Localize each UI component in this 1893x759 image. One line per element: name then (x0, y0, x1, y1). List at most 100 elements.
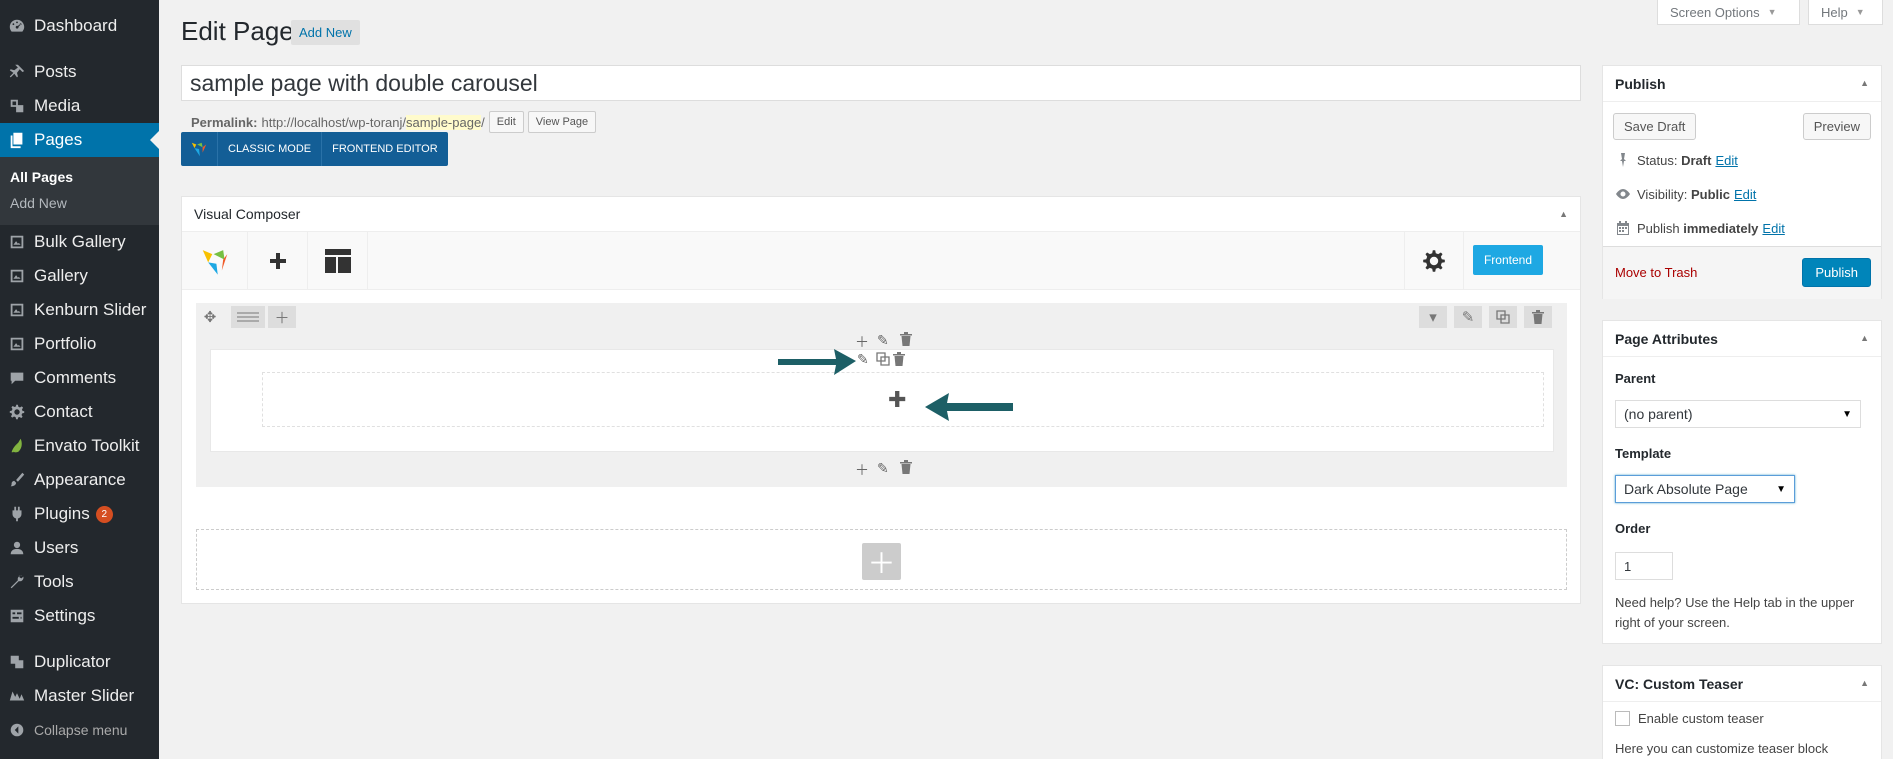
edit-status-link[interactable]: Edit (1715, 153, 1737, 168)
sidebar-item-label: Tools (34, 572, 74, 591)
sidebar-item-media[interactable]: Media (0, 89, 159, 123)
sidebar-item-bulk-gallery[interactable]: Bulk Gallery (0, 225, 159, 259)
sidebar-item-pages[interactable]: Pages (0, 123, 159, 157)
add-row-area[interactable]: ＋ (196, 529, 1567, 590)
edit-inner-row-icon[interactable]: ✎ (857, 351, 869, 368)
permalink-slug[interactable]: sample-page (406, 114, 482, 130)
status-value: Draft (1681, 152, 1712, 168)
permalink-row: Permalink: http://localhost/wp-toranj/sa… (191, 111, 597, 133)
publish-actions: Move to Trash Publish (1603, 246, 1881, 299)
post-title-input[interactable] (181, 65, 1581, 101)
enable-custom-teaser-checkbox[interactable] (1615, 711, 1630, 726)
delete-column-bottom-icon[interactable] (899, 460, 913, 477)
visual-composer-box: Visual Composer ▲ Frontend ✥ ＋ ▾ ✎ ＋ ✎ ✎… (181, 196, 1581, 604)
template-select[interactable]: Dark Absolute Page ▼ (1615, 475, 1795, 503)
sidebar-item-label: Master Slider (34, 686, 135, 705)
sidebar-item-plugins[interactable]: Plugins 2 (0, 497, 159, 531)
screen-options-label: Screen Options (1670, 4, 1760, 20)
view-page-button[interactable]: View Page (527, 111, 597, 133)
vc-box-header[interactable]: Visual Composer ▲ (182, 197, 1580, 232)
move-to-trash-link[interactable]: Move to Trash (1615, 265, 1697, 280)
visibility-row: Visibility: Public Edit (1615, 186, 1756, 202)
edit-row-icon[interactable]: ✎ (1454, 306, 1482, 328)
sidebar-item-kenburn-slider[interactable]: Kenburn Slider (0, 293, 159, 327)
edit-column-bottom-icon[interactable]: ✎ (877, 460, 889, 477)
permalink-edit-button[interactable]: Edit (488, 111, 524, 133)
custom-teaser-header[interactable]: VC: Custom Teaser ▲ (1603, 666, 1881, 702)
save-draft-button[interactable]: Save Draft (1613, 113, 1697, 140)
add-new-button[interactable]: Add New (291, 20, 360, 45)
collapse-menu-button[interactable]: Collapse menu (0, 713, 159, 747)
row-layout-button[interactable] (231, 306, 265, 328)
clone-inner-row-icon[interactable] (876, 352, 890, 369)
add-element-button[interactable] (248, 232, 308, 289)
publish-box-header[interactable]: Publish ▲ (1603, 66, 1881, 102)
parent-select[interactable]: (no parent) ▼ (1615, 400, 1861, 428)
sidebar-item-portfolio[interactable]: Portfolio (0, 327, 159, 361)
delete-inner-row-icon[interactable] (892, 352, 906, 369)
vc-navbar: Frontend (182, 232, 1580, 290)
toggle-arrow-icon[interactable]: ▲ (1559, 209, 1568, 219)
move-row-icon[interactable]: ✥ (196, 306, 224, 328)
publish-date-value: immediately (1683, 220, 1759, 236)
frontend-editor-button[interactable]: Frontend Editor (321, 132, 448, 166)
submenu-add-new[interactable]: Add New (10, 195, 67, 211)
sidebar-item-appearance[interactable]: Appearance (0, 463, 159, 497)
pages-icon (0, 131, 34, 149)
sidebar-item-duplicator[interactable]: Duplicator (0, 645, 159, 679)
toggle-arrow-icon[interactable]: ▲ (1860, 333, 1869, 343)
publish-date-row: Publish immediately Edit (1615, 220, 1785, 236)
preview-button[interactable]: Preview (1802, 113, 1871, 140)
vc-frontend-button[interactable]: Frontend (1472, 245, 1543, 275)
help-tab[interactable]: Help ▼ (1808, 0, 1883, 25)
delete-column-icon[interactable] (899, 332, 913, 349)
sidebar-item-envato-toolkit[interactable]: Envato Toolkit (0, 429, 159, 463)
add-element-plus-icon[interactable]: ✚ (888, 387, 906, 413)
screen-options-tab[interactable]: Screen Options ▼ (1657, 0, 1800, 25)
edit-visibility-link[interactable]: Edit (1734, 187, 1756, 202)
sidebar-item-users[interactable]: Users (0, 531, 159, 565)
submenu-all-pages[interactable]: All Pages (10, 169, 73, 185)
sidebar-item-label: Bulk Gallery (34, 232, 126, 251)
sidebar-item-tools[interactable]: Tools (0, 565, 159, 599)
sidebar-item-posts[interactable]: Posts (0, 55, 159, 89)
empty-element-drop-area[interactable]: ✚ (262, 372, 1544, 427)
toggle-arrow-icon[interactable]: ▲ (1860, 678, 1869, 688)
media-icon (0, 97, 34, 115)
annotation-arrow-right-icon (778, 349, 856, 375)
sidebar-item-dashboard[interactable]: Dashboard (0, 9, 159, 43)
delete-row-icon[interactable] (1524, 306, 1552, 328)
add-element-bottom-icon[interactable]: ＋ (855, 460, 869, 480)
clone-row-icon[interactable] (1489, 306, 1517, 328)
sidebar-item-gallery[interactable]: Gallery (0, 259, 159, 293)
publish-button[interactable]: Publish (1802, 258, 1871, 287)
parent-select-value: (no parent) (1624, 406, 1693, 422)
edit-column-icon[interactable]: ✎ (877, 332, 889, 349)
custom-teaser-title: VC: Custom Teaser (1615, 675, 1744, 692)
settings-icon (0, 607, 34, 625)
vc-settings-button[interactable] (1404, 232, 1464, 289)
composer-switch-bar: Classic Mode Frontend Editor (181, 132, 448, 166)
edit-publish-date-link[interactable]: Edit (1762, 221, 1784, 236)
sidebar-item-label: Settings (34, 606, 96, 625)
vc-logo-button[interactable] (182, 232, 248, 289)
sidebar-item-contact[interactable]: Contact (0, 395, 159, 429)
add-column-button[interactable]: ＋ (268, 306, 296, 328)
pages-submenu: All Pages Add New (0, 157, 159, 225)
classic-mode-button[interactable]: Classic Mode (217, 132, 321, 166)
add-row-plus-icon[interactable]: ＋ (862, 543, 901, 580)
gear-icon (0, 403, 34, 421)
sidebar-item-label: Portfolio (34, 334, 97, 353)
sidebar-item-settings[interactable]: Settings (0, 599, 159, 633)
page-attributes-title: Page Attributes (1615, 330, 1718, 347)
sidebar-item-master-slider[interactable]: Master Slider (0, 679, 159, 713)
plugins-update-badge: 2 (95, 505, 113, 523)
order-input[interactable] (1615, 552, 1673, 580)
sidebar-item-comments[interactable]: Comments (0, 361, 159, 395)
templates-button[interactable] (308, 232, 368, 289)
page-attributes-header[interactable]: Page Attributes ▲ (1603, 321, 1881, 357)
vc-row: ✥ ＋ ▾ ✎ ＋ ✎ ✎ ✚ ＋ ✎ (196, 303, 1567, 487)
row-toggle-button[interactable]: ▾ (1419, 306, 1447, 328)
vc-logo-icon (181, 132, 217, 166)
toggle-arrow-icon[interactable]: ▲ (1860, 78, 1869, 88)
